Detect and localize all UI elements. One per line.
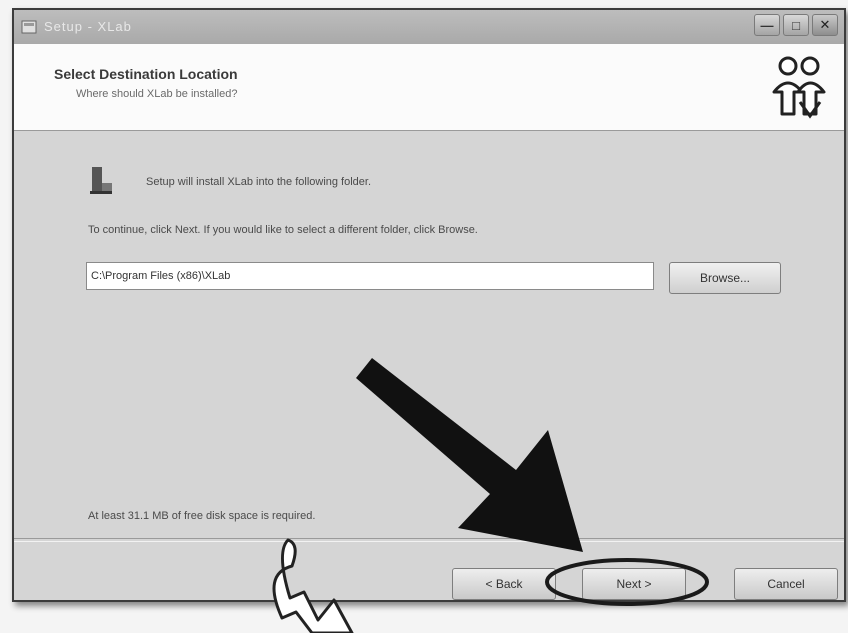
window-controls: — □ ✕ xyxy=(754,14,838,36)
installer-icon xyxy=(21,20,37,34)
close-button[interactable]: ✕ xyxy=(812,14,838,36)
back-button[interactable]: < Back xyxy=(452,568,556,600)
title-bar[interactable]: Setup - XLab — □ ✕ xyxy=(14,10,844,45)
wizard-header: Select Destination Location Where should… xyxy=(14,44,844,131)
page-title: Select Destination Location xyxy=(54,66,238,82)
minimize-button[interactable]: — xyxy=(754,14,780,36)
footer-divider xyxy=(14,538,844,542)
setup-window: Setup - XLab — □ ✕ Select Destination Lo… xyxy=(12,8,846,602)
page-subtitle: Where should XLab be installed? xyxy=(76,88,238,100)
window-title: Setup - XLab xyxy=(44,19,132,34)
instruction-text: To continue, click Next. If you would li… xyxy=(88,224,478,236)
destination-path-input[interactable] xyxy=(86,262,654,290)
maximize-button[interactable]: □ xyxy=(783,14,809,36)
install-info-text: Setup will install XLab into the followi… xyxy=(146,176,372,188)
next-button[interactable]: Next > xyxy=(582,568,686,600)
disk-space-text: At least 31.1 MB of free disk space is r… xyxy=(88,510,316,522)
cancel-button[interactable]: Cancel xyxy=(734,568,838,600)
folder-icon xyxy=(90,167,112,194)
setup-people-logo xyxy=(772,56,826,119)
browse-button[interactable]: Browse... xyxy=(669,262,781,294)
